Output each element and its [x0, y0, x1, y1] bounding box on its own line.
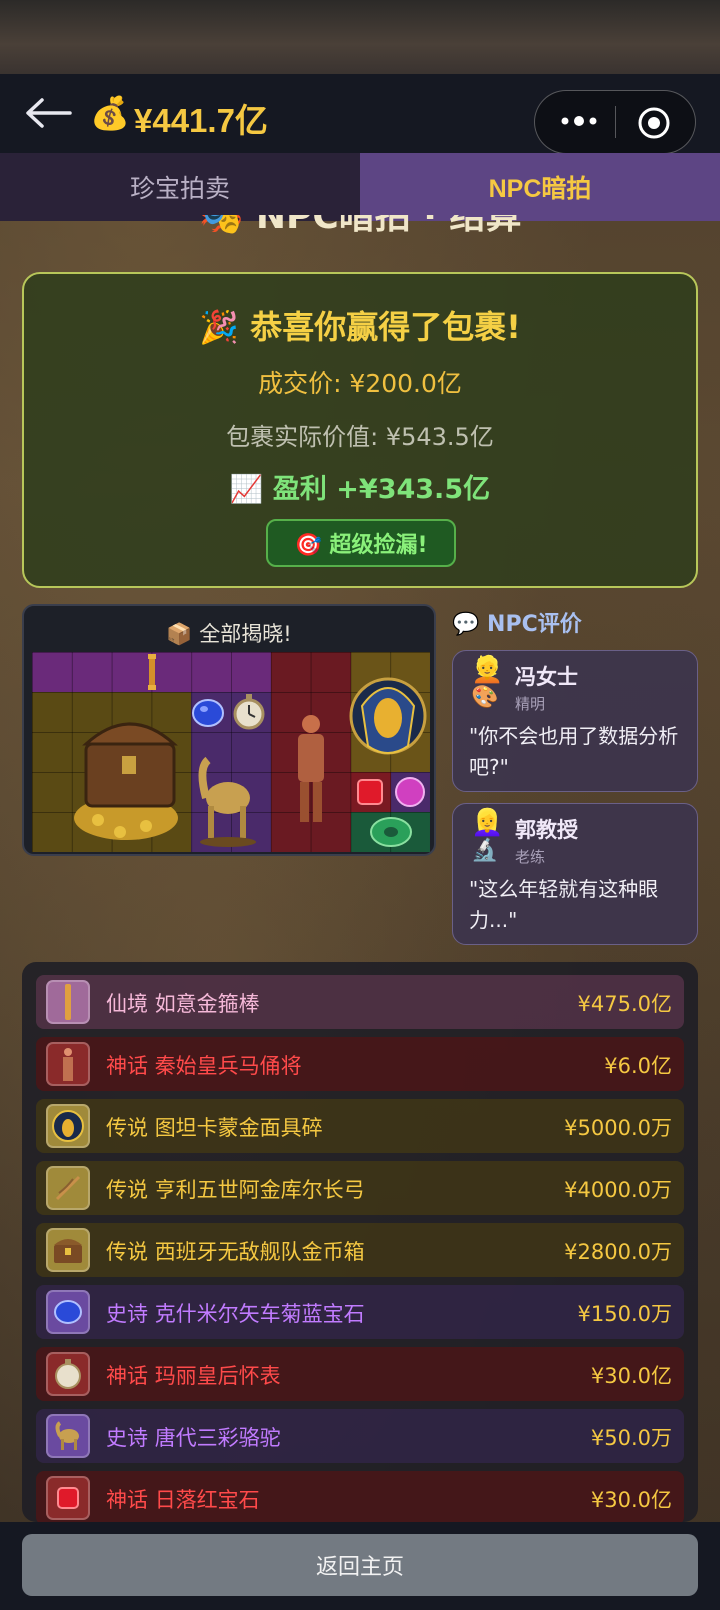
- list-item[interactable]: 传说 图坦卡蒙金面具碎 ¥5000.0万: [36, 1099, 684, 1153]
- item-name: 克什米尔矢车菊蓝宝石: [154, 1302, 365, 1326]
- staff-icon: [148, 654, 156, 690]
- close-miniprogram-icon[interactable]: [637, 106, 671, 140]
- list-item[interactable]: 仙境 如意金箍棒 ¥475.0亿: [36, 975, 684, 1029]
- npc-role: 精明: [515, 695, 546, 713]
- pocket-watch-icon: [233, 694, 265, 730]
- win-headline: 🎉 恭喜你赢得了包裹!: [199, 308, 521, 346]
- camel-icon: [46, 1414, 90, 1458]
- longbow-icon: [46, 1166, 90, 1210]
- sapphire-icon: [46, 1290, 90, 1334]
- item-price: ¥4000.0万: [564, 1178, 672, 1202]
- item-rarity: 神话: [106, 1364, 148, 1388]
- item-price: ¥30.0亿: [590, 1364, 672, 1388]
- list-item[interactable]: 史诗 克什米尔矢车菊蓝宝石 ¥150.0万: [36, 1285, 684, 1339]
- list-item[interactable]: 神话 日落红宝石 ¥30.0亿: [36, 1471, 684, 1522]
- more-icon[interactable]: [559, 109, 599, 133]
- list-item[interactable]: 传说 西班牙无敌舰队金币箱 ¥2800.0万: [36, 1223, 684, 1277]
- npc-name: 冯女士: [515, 665, 578, 689]
- treasure-chest-icon: [74, 722, 178, 840]
- ruby-icon: [357, 779, 383, 805]
- pink-gem-icon: [395, 777, 425, 807]
- item-rarity: 仙境: [106, 992, 148, 1016]
- item-rarity: 史诗: [106, 1302, 148, 1326]
- item-name: 亨利五世阿金库尔长弓: [154, 1178, 365, 1202]
- pharaoh-mask-icon: [349, 677, 427, 755]
- npc-name: 郭教授: [515, 818, 578, 842]
- result-panel: 🎉 恭喜你赢得了包裹! 成交价: ¥200.0亿 包裹实际价值: ¥543.5亿…: [22, 272, 698, 588]
- treasure-chest-icon: [46, 1228, 90, 1272]
- npc-quote: "这么年轻就有这种眼力...": [469, 877, 659, 932]
- super-bargain-badge: 🎯 超级捡漏!: [266, 519, 456, 567]
- palette-icon: 🎨: [471, 685, 499, 710]
- pocket-watch-icon: [46, 1352, 90, 1396]
- top-bar: 💰 ¥441.7亿: [0, 74, 720, 154]
- reveal-title: 📦 全部揭晓!: [166, 622, 292, 646]
- list-item[interactable]: 神话 玛丽皇后怀表 ¥30.0亿: [36, 1347, 684, 1401]
- item-price: ¥5000.0万: [564, 1116, 672, 1140]
- back-arrow-icon[interactable]: [24, 96, 72, 130]
- list-item[interactable]: 传说 亨利五世阿金库尔长弓 ¥4000.0万: [36, 1161, 684, 1215]
- tab-treasure-auction[interactable]: 珍宝拍卖: [0, 153, 360, 221]
- npc-comment-card: 👱 🎨 冯女士 精明 "你不会也用了数据分析吧?": [452, 650, 698, 792]
- item-price: ¥50.0万: [590, 1426, 672, 1450]
- package-grid: [32, 652, 430, 852]
- terracotta-warrior-icon: [298, 715, 324, 822]
- staff-icon: [46, 980, 90, 1024]
- item-name: 如意金箍棒: [154, 992, 260, 1016]
- item-name: 西班牙无敌舰队金币箱: [154, 1240, 365, 1264]
- item-name: 唐代三彩骆驼: [154, 1426, 281, 1450]
- item-price: ¥150.0万: [577, 1302, 672, 1326]
- mini-program-capsule: [534, 90, 696, 154]
- jade-disc-icon: [370, 817, 412, 847]
- item-name: 秦始皇兵马俑将: [154, 1054, 302, 1078]
- microscope-icon: 🔬: [471, 838, 499, 863]
- npc-role: 老练: [515, 848, 546, 866]
- item-name: 玛丽皇后怀表: [154, 1364, 281, 1388]
- item-rarity: 传说: [106, 1240, 148, 1264]
- profit: 📈 盈利 +¥343.5亿: [229, 474, 491, 505]
- tab-bar: 珍宝拍卖 NPC暗拍: [0, 153, 720, 221]
- reveal-panel: 📦 全部揭晓!: [22, 604, 436, 856]
- pharaoh-mask-icon: [46, 1104, 90, 1148]
- item-name: 日落红宝石: [154, 1488, 260, 1512]
- item-price: ¥30.0亿: [590, 1488, 672, 1512]
- item-rarity: 传说: [106, 1116, 148, 1140]
- item-list: 仙境 如意金箍棒 ¥475.0亿 神话 秦始皇兵马俑将 ¥6.0亿 传说 图坦卡…: [22, 962, 698, 1522]
- list-item[interactable]: 史诗 唐代三彩骆驼 ¥50.0万: [36, 1409, 684, 1463]
- sapphire-icon: [192, 699, 224, 727]
- deal-price: 成交价: ¥200.0亿: [258, 369, 462, 398]
- camel-icon: [198, 756, 256, 847]
- actual-value: 包裹实际价值: ¥543.5亿: [226, 423, 494, 451]
- tab-npc-blind-auction[interactable]: NPC暗拍: [360, 153, 720, 221]
- npc-quote: "你不会也用了数据分析吧?": [469, 724, 679, 779]
- capsule-divider: [615, 106, 616, 138]
- list-item[interactable]: 神话 秦始皇兵马俑将 ¥6.0亿: [36, 1037, 684, 1091]
- item-price: ¥6.0亿: [604, 1054, 672, 1078]
- status-area-backdrop: [0, 0, 720, 74]
- item-price: ¥2800.0万: [564, 1240, 672, 1264]
- back-home-button[interactable]: 返回主页: [22, 1534, 698, 1596]
- item-name: 图坦卡蒙金面具碎: [154, 1116, 323, 1140]
- npc-comments-title: 💬 NPC评价: [452, 612, 582, 637]
- item-rarity: 神话: [106, 1054, 148, 1078]
- avatar-icon: 👱: [471, 655, 504, 685]
- bottom-bar: 返回主页: [0, 1522, 720, 1610]
- money-bag-icon: 💰: [90, 94, 130, 132]
- avatar-icon: 👱‍♀️: [471, 808, 504, 838]
- terracotta-warrior-icon: [46, 1042, 90, 1086]
- mask-icon: 🎭: [198, 215, 256, 237]
- npc-comment-card: 👱‍♀️ 🔬 郭教授 老练 "这么年轻就有这种眼力...": [452, 803, 698, 945]
- item-rarity: 传说: [106, 1178, 148, 1202]
- ruby-icon: [46, 1476, 90, 1520]
- balance-amount: ¥441.7亿: [134, 102, 268, 139]
- item-rarity: 史诗: [106, 1426, 148, 1450]
- item-price: ¥475.0亿: [577, 992, 672, 1016]
- page-title: 🎭 NPC暗拍 · 结算: [0, 215, 720, 245]
- item-rarity: 神话: [106, 1488, 148, 1512]
